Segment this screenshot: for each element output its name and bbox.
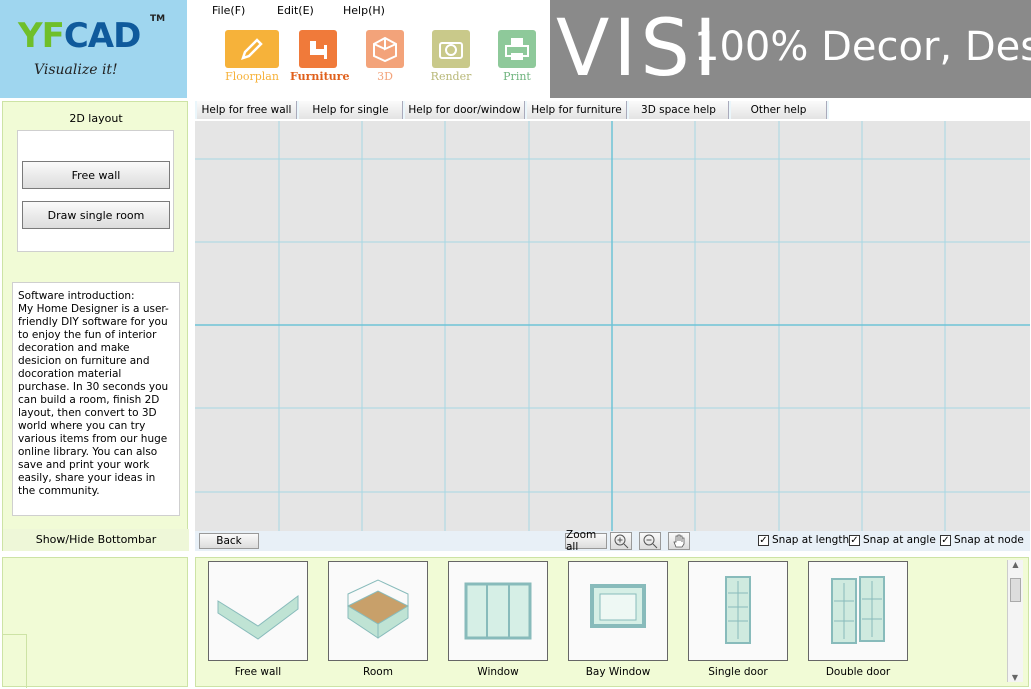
item-label: Double door [825,666,891,678]
snap-length-label: Snap at length [772,534,850,546]
floorplan-canvas[interactable] [195,121,1030,531]
logo-brand: YFCAD [18,16,141,56]
snap-angle-checkbox[interactable]: ✓ Snap at angle [849,534,936,546]
zoom-out-icon [643,534,658,549]
item-double-door[interactable]: Double door [808,561,908,681]
single-door-thumbnail [688,561,788,661]
draw-single-room-button[interactable]: Draw single room [22,201,170,229]
double-door-thumbnail [808,561,908,661]
toolbar-furniture-label: Furniture [290,70,350,83]
canvas-grid [195,121,1030,531]
layout-tools-box: Free wall Draw single room [17,130,174,252]
bay-window-thumbnail [568,561,668,661]
zoom-in-icon [614,534,629,549]
chair-icon [299,30,337,68]
help-tab-bar: Help for free wall Help for single room … [195,101,829,134]
toolbar-3d-button[interactable]: 3D [357,30,413,86]
menu-file[interactable]: File(F) [212,4,245,17]
intro-text: My Home Designer is a user-friendly DIY … [18,303,169,497]
camera-icon [432,30,470,68]
intro-title: Software introduction: [18,290,135,302]
toolbar-floorplan-button[interactable]: Floorplan [224,30,280,86]
free-wall-button[interactable]: Free wall [22,161,170,189]
show-hide-bottombar-button[interactable]: Show/Hide Bottombar [3,529,189,551]
toolbar-render-button[interactable]: Render [423,30,479,86]
panel-title: 2D layout [69,112,123,125]
free-wall-thumbnail [208,561,308,661]
app-logo: YFCAD TM Visualize it! [0,0,187,98]
item-label: Room [363,666,393,678]
toolbar-3d-label: 3D [377,70,393,83]
bottom-scrollbar[interactable]: ▲ ▼ [1007,560,1023,682]
window-thumbnail [448,561,548,661]
item-label: Single door [708,666,768,678]
checkbox-check: ✓ [849,534,860,546]
checkbox-check: ✓ [758,534,769,546]
menu-help[interactable]: Help(H) [343,4,385,17]
lower-left-panel [2,557,188,688]
scroll-down-icon[interactable]: ▼ [1008,673,1022,682]
back-button[interactable]: Back [199,533,259,549]
advert-banner[interactable]: VISI 100% Decor, Des [550,0,1031,98]
software-introduction: Software introduction: My Home Designer … [12,282,180,516]
hand-icon [673,534,685,548]
bottom-item-bar: Free wall Room Window Bay Window Single … [195,557,1029,687]
scroll-up-icon[interactable]: ▲ [1008,560,1023,574]
zoom-in-button[interactable] [610,532,632,550]
zoom-out-button[interactable] [639,532,661,550]
cube-icon [366,30,404,68]
item-label: Free wall [234,666,282,678]
printer-icon [498,30,536,68]
item-room[interactable]: Room [328,561,428,681]
pan-button[interactable] [668,532,690,550]
menu-edit[interactable]: Edit(E) [277,4,314,17]
lower-left-divider [3,634,27,688]
snap-node-checkbox[interactable]: ✓ Snap at node [940,534,1024,546]
left-panel: 2D layout Free wall Draw single room Sof… [2,101,189,551]
zoom-all-button[interactable]: Zoom all [565,529,607,553]
room-thumbnail [328,561,428,661]
logo-trademark: TM [150,14,166,24]
banner-slogan: 100% Decor, Des [694,24,1031,70]
item-single-door[interactable]: Single door [688,561,788,681]
toolbar-print-label: Print [503,70,531,83]
snap-node-label: Snap at node [954,534,1024,546]
pencil-icon [225,30,279,68]
menu-toolbar-area: File(F) Edit(E) Help(H) Floorplan Furnit… [187,0,550,98]
snap-length-checkbox[interactable]: ✓ Snap at length [758,534,849,546]
toolbar-floorplan-label: Floorplan [225,70,279,83]
snap-angle-label: Snap at angle [863,534,936,546]
item-label: Bay Window [585,666,651,678]
tab-other-help[interactable]: Other help [731,101,827,119]
item-bay-window[interactable]: Bay Window [568,561,668,681]
item-free-wall[interactable]: Free wall [208,561,308,681]
scroll-thumb[interactable] [1010,578,1021,602]
tab-help-door-window[interactable]: Help for door/window [405,101,525,119]
canvas-controls-bar: Back Zoom all ✓ Snap at length ✓ Snap at a… [195,529,1030,553]
toolbar-print-button[interactable]: Print [489,30,545,86]
item-label: Window [477,666,519,678]
tab-3d-space-help[interactable]: 3D space help [629,101,729,119]
item-window[interactable]: Window [448,561,548,681]
toolbar-furniture-button[interactable]: Furniture [290,30,350,86]
tab-help-free-wall[interactable]: Help for free wall [197,101,297,119]
toolbar-render-label: Render [430,70,472,83]
tab-help-single-room[interactable]: Help for single room [299,101,403,134]
logo-tagline: Visualize it! [34,62,118,78]
checkbox-check: ✓ [940,534,951,546]
tab-help-furniture[interactable]: Help for furniture [527,101,627,119]
